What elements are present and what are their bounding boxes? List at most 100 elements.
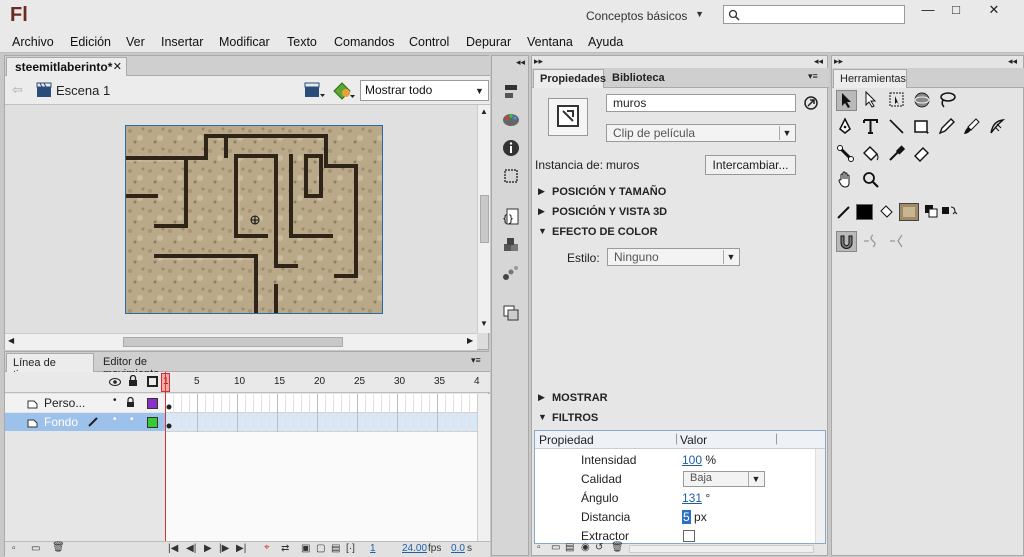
stroke-color-tool[interactable] [836,202,857,223]
tab-library[interactable]: Biblioteca [606,69,666,88]
knockout-checkbox[interactable] [683,530,695,542]
tab-properties[interactable]: Propiedades [533,69,606,88]
swap-button[interactable]: Intercambiar... [705,155,796,175]
panel-menu-icon[interactable]: ▾≡ [808,71,818,82]
section-filters[interactable]: ▼ FILTROS [532,409,829,428]
scroll-up-icon[interactable]: ▲ [480,107,488,116]
outline-icon[interactable] [147,376,158,387]
presets-icon[interactable]: ▭ [551,542,560,553]
expand-arrows-icon[interactable]: ▸▸ [834,56,843,67]
fill-bitmap-swatch[interactable] [899,203,919,221]
text-tool[interactable] [861,117,882,138]
clipboard-icon[interactable]: ▤ [565,542,574,553]
stage-vertical-scrollbar[interactable]: ▲ ▼ [477,105,490,333]
angle-value[interactable]: 131 [682,491,702,505]
subselection-tool[interactable] [861,90,882,111]
elapsed-time-value[interactable]: 0.0 [451,543,465,554]
onion-skin-icon[interactable]: ▣ [301,543,310,554]
vertical-scroll-thumb[interactable] [480,195,489,243]
motion-presets-icon[interactable] [501,263,521,283]
help-search-input[interactable] [723,5,905,24]
brush-tool[interactable] [962,117,983,138]
color-palette-icon[interactable] [501,110,521,130]
last-frame-icon[interactable]: ▶| [236,543,246,554]
scroll-left-icon[interactable]: ◀ [8,336,14,345]
enable-filter-icon[interactable]: ◉ [581,542,590,553]
close-tab-icon[interactable]: ✕ [113,60,122,73]
menu-archivo[interactable]: Archivo [12,35,54,49]
section-display[interactable]: ▶ MOSTRAR [532,389,829,408]
back-arrow-icon[interactable]: ⇦ [12,82,23,98]
prev-frame-icon[interactable]: ◀| [186,543,196,554]
instance-name-input[interactable]: muros [606,94,796,112]
trash-icon[interactable]: 🗑 [52,542,65,553]
filters-horizontal-scrollbar[interactable] [629,545,814,553]
fill-color-tool[interactable] [878,202,899,223]
components-icon[interactable] [501,235,521,255]
color-style-select[interactable]: Ninguno ▼ [607,248,740,266]
expand-arrows-icon[interactable]: ▸▸ [534,56,543,67]
layer-color-swatch[interactable] [147,398,158,409]
layer-color-swatch[interactable] [147,417,158,428]
visible-dot-icon[interactable]: • [113,414,117,425]
eye-icon[interactable] [109,377,121,387]
selection-tool[interactable] [836,90,857,111]
hand-tool[interactable] [836,170,857,191]
center-frame-icon[interactable]: ⌖ [264,542,270,553]
zoom-select[interactable]: Mostrar todo ▼ [360,80,489,101]
paint-bucket-tool[interactable] [861,144,882,165]
stroke-color-swatch[interactable] [856,204,873,220]
line-tool[interactable] [887,117,908,138]
edit-multiple-icon[interactable]: ▤ [331,543,340,554]
section-3d-position[interactable]: ▶ POSICIÓN Y VISTA 3D [532,203,829,222]
modify-markers-icon[interactable]: [·] [346,543,355,554]
smooth-tool[interactable] [861,231,882,252]
stage-area[interactable] [5,105,477,333]
reset-filter-icon[interactable]: ↺ [595,542,603,553]
play-icon[interactable]: ▶ [204,543,212,554]
rectangle-tool[interactable] [912,117,933,138]
close-button[interactable]: ✕ [977,2,1011,20]
minimize-button[interactable]: — [913,2,943,20]
layer-row-selected[interactable]: Fondo • • [5,413,165,431]
workspace-switcher[interactable]: Conceptos básicos ▼ [576,6,712,26]
free-transform-tool[interactable] [887,90,908,111]
swap-colors-tool[interactable] [939,202,960,223]
eyedropper-tool[interactable] [887,144,908,165]
lock-icon[interactable] [128,375,138,387]
tab-timeline[interactable]: Línea de tiempo [6,353,94,381]
fps-value[interactable]: 24.00 [402,543,427,554]
delete-filter-icon[interactable]: 🗑 [611,542,624,553]
layer-row[interactable]: Perso... • [5,394,165,412]
snap-to-objects-tool[interactable] [836,231,857,252]
quality-select[interactable]: Baja ▼ [683,471,765,487]
menu-depurar[interactable]: Depurar [466,35,511,49]
menu-texto[interactable]: Texto [287,35,317,49]
new-layer-icon[interactable]: ▫ [12,543,16,554]
stage-canvas[interactable] [125,125,383,314]
lock-icon[interactable] [126,397,135,408]
visible-dot-icon[interactable]: • [113,395,117,406]
pencil-tool[interactable] [937,117,958,138]
edit-scene-icon[interactable] [304,82,326,100]
current-frame-value[interactable]: 1 [370,543,376,554]
menu-edicion[interactable]: Edición [70,35,111,49]
stage-horizontal-scrollbar[interactable]: ◀ ▶ [5,333,477,350]
collapse-arrows-icon[interactable]: ◂◂ [814,56,823,67]
straighten-tool[interactable] [887,231,908,252]
scroll-right-icon[interactable]: ▶ [467,336,473,345]
edit-symbols-icon[interactable] [332,81,356,101]
info-icon[interactable] [501,138,521,158]
onion-outline-icon[interactable]: ▢ [316,543,325,554]
menu-ver[interactable]: Ver [126,35,145,49]
filters-scrollbar[interactable] [815,449,825,543]
scene-panel-icon[interactable] [501,303,521,323]
collapse-arrows-icon[interactable]: ◂◂ [516,57,525,68]
tab-motion-editor[interactable]: Editor de movimiento [97,353,209,380]
align-icon[interactable] [501,82,521,102]
menu-modificar[interactable]: Modificar [219,35,270,49]
collapse-arrows-icon[interactable]: ◂◂ [1008,56,1017,67]
menu-control[interactable]: Control [409,35,449,49]
menu-insertar[interactable]: Insertar [161,35,203,49]
menu-comandos[interactable]: Comandos [334,35,394,49]
